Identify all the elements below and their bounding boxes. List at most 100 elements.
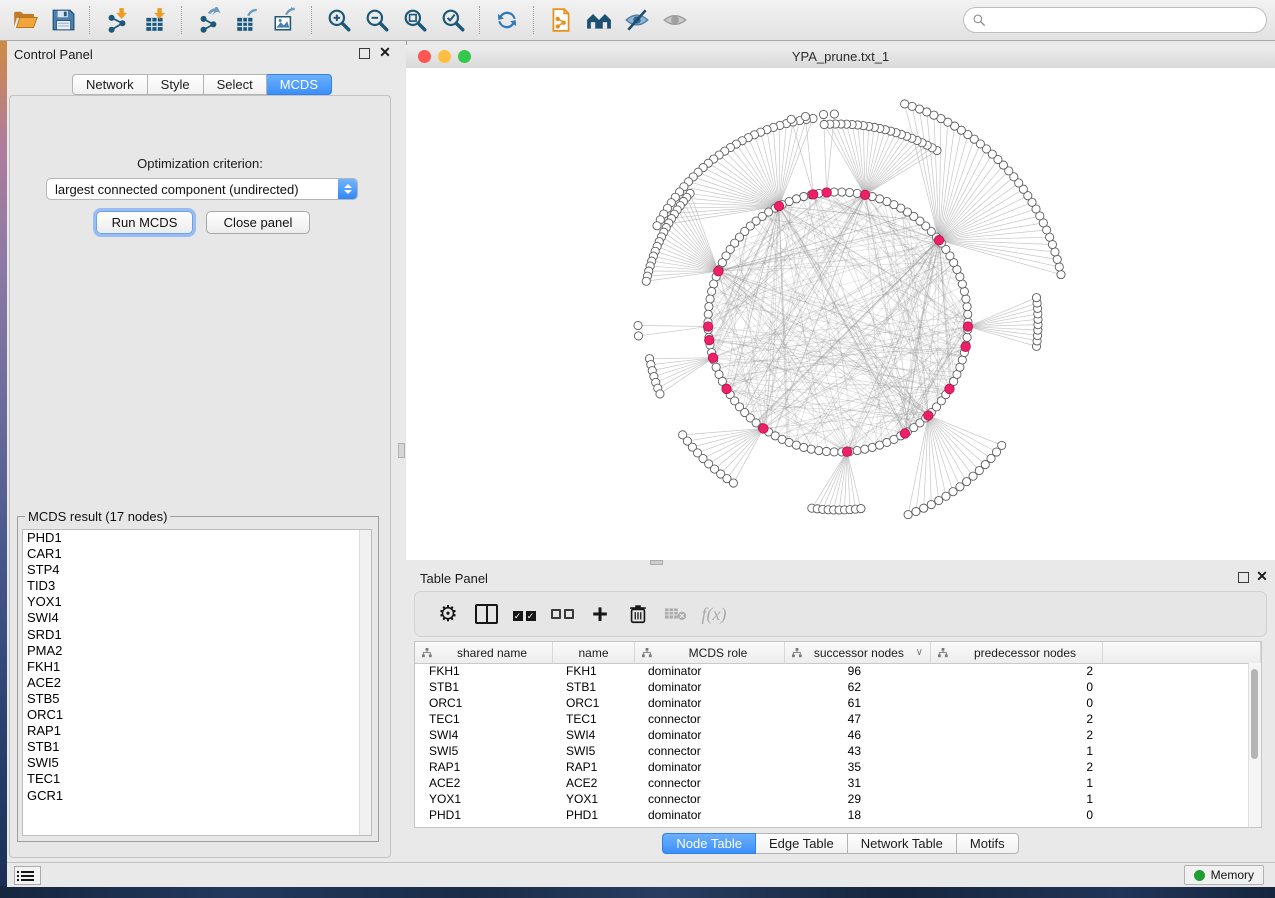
first-neighbors-button[interactable]: [580, 3, 618, 37]
table-cell[interactable]: dominator: [635, 759, 785, 775]
table-row[interactable]: RAP1RAP1dominator352: [415, 759, 1261, 775]
table-cell[interactable]: 61: [785, 695, 931, 711]
table-cell[interactable]: 96: [785, 663, 931, 679]
graph-node[interactable]: [853, 189, 861, 197]
mcds-result-item[interactable]: STP4: [23, 562, 371, 578]
mcds-result-item[interactable]: SWI4: [23, 610, 371, 626]
search-input[interactable]: [986, 9, 1266, 31]
table-cell[interactable]: 47: [785, 711, 931, 727]
graph-node[interactable]: [963, 303, 971, 311]
graph-node[interactable]: [845, 188, 853, 196]
delete-column-button[interactable]: [619, 596, 657, 632]
graph-leaf-node[interactable]: [1053, 255, 1061, 263]
graph-leaf-node[interactable]: [901, 100, 909, 108]
table-cell[interactable]: 2: [931, 727, 1103, 743]
network-graph[interactable]: [406, 68, 1275, 560]
mcds-result-item[interactable]: TEC1: [23, 771, 371, 787]
graph-mcds-node[interactable]: [705, 335, 714, 344]
hide-panel-button[interactable]: [618, 3, 656, 37]
table-cell[interactable]: connector: [635, 791, 785, 807]
mcds-result-item[interactable]: GCR1: [23, 788, 371, 804]
graph-node[interactable]: [861, 445, 869, 453]
column-header-successor-nodes[interactable]: successor nodes∨: [785, 642, 931, 663]
table-cell[interactable]: 0: [931, 807, 1103, 823]
mcds-result-item[interactable]: RAP1: [23, 723, 371, 739]
table-cell[interactable]: RAP1: [553, 759, 635, 775]
table-cell[interactable]: SWI4: [553, 727, 635, 743]
graph-leaf-node[interactable]: [820, 120, 828, 128]
column-header-name[interactable]: name: [553, 642, 635, 663]
table-cell[interactable]: [1103, 791, 1261, 807]
result-scrollbar[interactable]: [359, 530, 371, 835]
graph-node[interactable]: [706, 295, 714, 303]
table-cell[interactable]: 2: [931, 759, 1103, 775]
graph-leaf-node[interactable]: [634, 332, 642, 340]
graph-node[interactable]: [710, 280, 718, 288]
graph-node[interactable]: [705, 303, 713, 311]
graph-leaf-node[interactable]: [912, 507, 920, 515]
table-cell[interactable]: [1103, 807, 1261, 823]
graph-mcds-node[interactable]: [759, 424, 768, 433]
table-cell[interactable]: [1103, 711, 1261, 727]
table-cell[interactable]: dominator: [635, 663, 785, 679]
mcds-result-item[interactable]: CAR1: [23, 546, 371, 562]
delete-table-button[interactable]: [657, 596, 695, 632]
graph-node[interactable]: [822, 447, 830, 455]
table-cell[interactable]: PHD1: [553, 807, 635, 823]
table-cell[interactable]: ORC1: [553, 695, 635, 711]
graph-leaf-node[interactable]: [935, 496, 943, 504]
table-cell[interactable]: connector: [635, 775, 785, 791]
mcds-result-list[interactable]: PHD1CAR1STP4TID3YOX1SWI4SRD1PMA2FKH1ACE2…: [22, 529, 372, 836]
table-row[interactable]: YOX1YOX1connector291: [415, 791, 1261, 807]
table-cell[interactable]: SWI4: [415, 727, 553, 743]
table-cell[interactable]: [1103, 759, 1261, 775]
graph-mcds-node[interactable]: [714, 267, 723, 276]
mcds-result-item[interactable]: TID3: [23, 578, 371, 594]
graph-leaf-node[interactable]: [998, 441, 1006, 449]
status-menu-button[interactable]: [14, 866, 41, 885]
graph-leaf-node[interactable]: [819, 110, 827, 118]
criterion-dropdown[interactable]: largest connected component (undirected): [46, 178, 358, 200]
graph-node[interactable]: [800, 443, 808, 451]
column-header-shared-name[interactable]: shared name: [415, 642, 553, 663]
run-mcds-button[interactable]: Run MCDS: [96, 211, 193, 234]
graph-leaf-node[interactable]: [1032, 294, 1040, 302]
table-cell[interactable]: 1: [931, 743, 1103, 759]
import-table-button[interactable]: [136, 3, 174, 37]
zoom-selected-button[interactable]: [434, 3, 472, 37]
table-cell[interactable]: TEC1: [415, 711, 553, 727]
graph-node[interactable]: [815, 446, 823, 454]
save-session-button[interactable]: [44, 3, 82, 37]
graph-leaf-node[interactable]: [787, 115, 795, 123]
mcds-result-item[interactable]: SWI5: [23, 755, 371, 771]
table-cell[interactable]: dominator: [635, 807, 785, 823]
table-cell[interactable]: 46: [785, 727, 931, 743]
table-cell[interactable]: connector: [635, 711, 785, 727]
table-cell[interactable]: dominator: [635, 695, 785, 711]
graph-node[interactable]: [960, 287, 968, 295]
export-table-button[interactable]: [228, 3, 266, 37]
graph-leaf-node[interactable]: [904, 511, 912, 519]
column-header-MCDS-role[interactable]: MCDS role: [635, 642, 785, 663]
graph-leaf-node[interactable]: [656, 390, 664, 398]
mcds-result-item[interactable]: YOX1: [23, 594, 371, 610]
export-network-button[interactable]: [190, 3, 228, 37]
table-cell[interactable]: ACE2: [415, 775, 553, 791]
graph-leaf-node[interactable]: [908, 102, 916, 110]
table-cell[interactable]: STB1: [415, 679, 553, 695]
tab-mcds[interactable]: MCDS: [267, 74, 332, 95]
table-cell[interactable]: SWI5: [553, 743, 635, 759]
table-cell[interactable]: 18: [785, 807, 931, 823]
graph-mcds-node[interactable]: [703, 322, 712, 331]
table-cell[interactable]: [1103, 743, 1261, 759]
graph-node[interactable]: [838, 188, 846, 196]
graph-leaf-node[interactable]: [1057, 270, 1065, 278]
table-cell[interactable]: ACE2: [553, 775, 635, 791]
function-builder-button[interactable]: f(x): [695, 596, 733, 632]
refresh-layout-button[interactable]: [488, 3, 526, 37]
mcds-result-item[interactable]: PMA2: [23, 643, 371, 659]
memory-button[interactable]: Memory: [1184, 865, 1264, 885]
table-row[interactable]: TEC1TEC1connector472: [415, 711, 1261, 727]
graph-node[interactable]: [807, 445, 815, 453]
graph-node[interactable]: [964, 310, 972, 318]
